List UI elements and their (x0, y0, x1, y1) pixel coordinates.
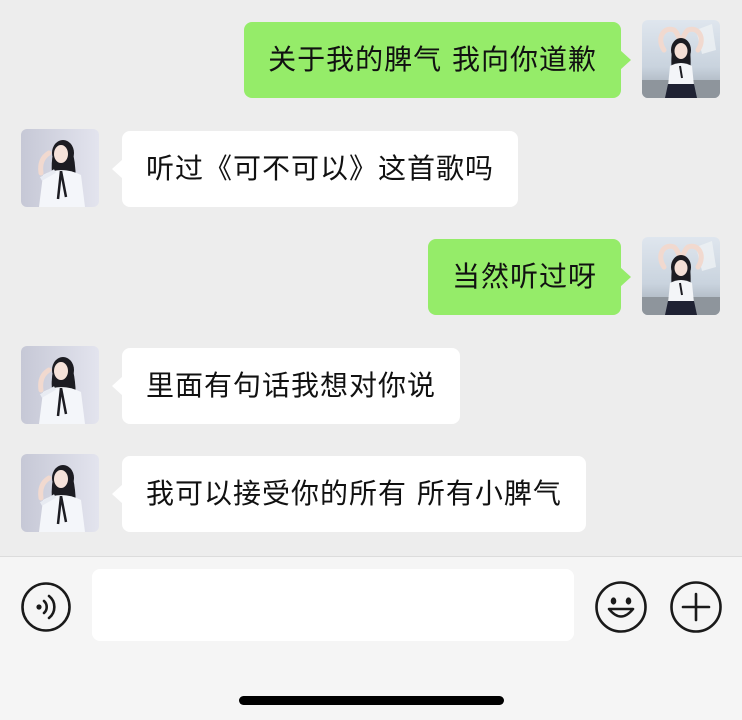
contact-avatar-icon (21, 129, 99, 207)
message-text: 关于我的脾气 我向你道歉 (268, 43, 597, 76)
outgoing-message-bubble[interactable]: 当然听过呀 (427, 239, 631, 315)
bubble-tail (112, 376, 123, 396)
contact-avatar-icon (21, 454, 99, 532)
bubble-tail (112, 484, 123, 504)
outgoing-message-bubble[interactable]: 关于我的脾气 我向你道歉 (244, 22, 631, 98)
chat-input-bar (0, 556, 742, 720)
user-avatar-icon (642, 237, 720, 315)
more-options-button[interactable] (669, 580, 723, 634)
message-row-incoming: 里面有句话我想对你说 (0, 346, 742, 426)
user-avatar-icon (642, 20, 720, 98)
plus-icon (670, 581, 722, 633)
home-indicator (239, 696, 504, 705)
incoming-message-bubble[interactable]: 我可以接受你的所有 所有小脾气 (112, 456, 586, 532)
bubble-tail (620, 267, 631, 287)
avatar[interactable] (21, 454, 99, 532)
message-text: 我可以接受你的所有 所有小脾气 (146, 477, 562, 510)
emoji-icon (595, 581, 647, 633)
message-text: 听过《可不可以》这首歌吗 (146, 152, 495, 185)
message-row-incoming: 听过《可不可以》这首歌吗 (0, 129, 742, 209)
bubble-tail (112, 159, 123, 179)
voice-icon (21, 582, 71, 632)
voice-button[interactable] (20, 581, 72, 633)
chat-message-list[interactable]: 关于我的脾气 我向你道歉 听过《可不可以》这首歌吗 当然听过呀 里面有句话我想对… (0, 0, 742, 556)
incoming-message-bubble[interactable]: 里面有句话我想对你说 (112, 348, 461, 424)
avatar[interactable] (21, 346, 99, 424)
message-input[interactable] (92, 569, 574, 641)
message-row-incoming: 我可以接受你的所有 所有小脾气 (0, 454, 742, 534)
bubble-tail (620, 50, 631, 70)
avatar[interactable] (642, 237, 720, 315)
message-row-outgoing: 当然听过呀 (0, 237, 742, 317)
message-text: 里面有句话我想对你说 (146, 369, 437, 402)
contact-avatar-icon (21, 346, 99, 424)
incoming-message-bubble[interactable]: 听过《可不可以》这首歌吗 (112, 131, 519, 207)
emoji-button[interactable] (594, 580, 648, 634)
avatar[interactable] (21, 129, 99, 207)
message-text: 当然听过呀 (451, 260, 597, 293)
message-row-outgoing: 关于我的脾气 我向你道歉 (0, 20, 742, 100)
avatar[interactable] (642, 20, 720, 98)
